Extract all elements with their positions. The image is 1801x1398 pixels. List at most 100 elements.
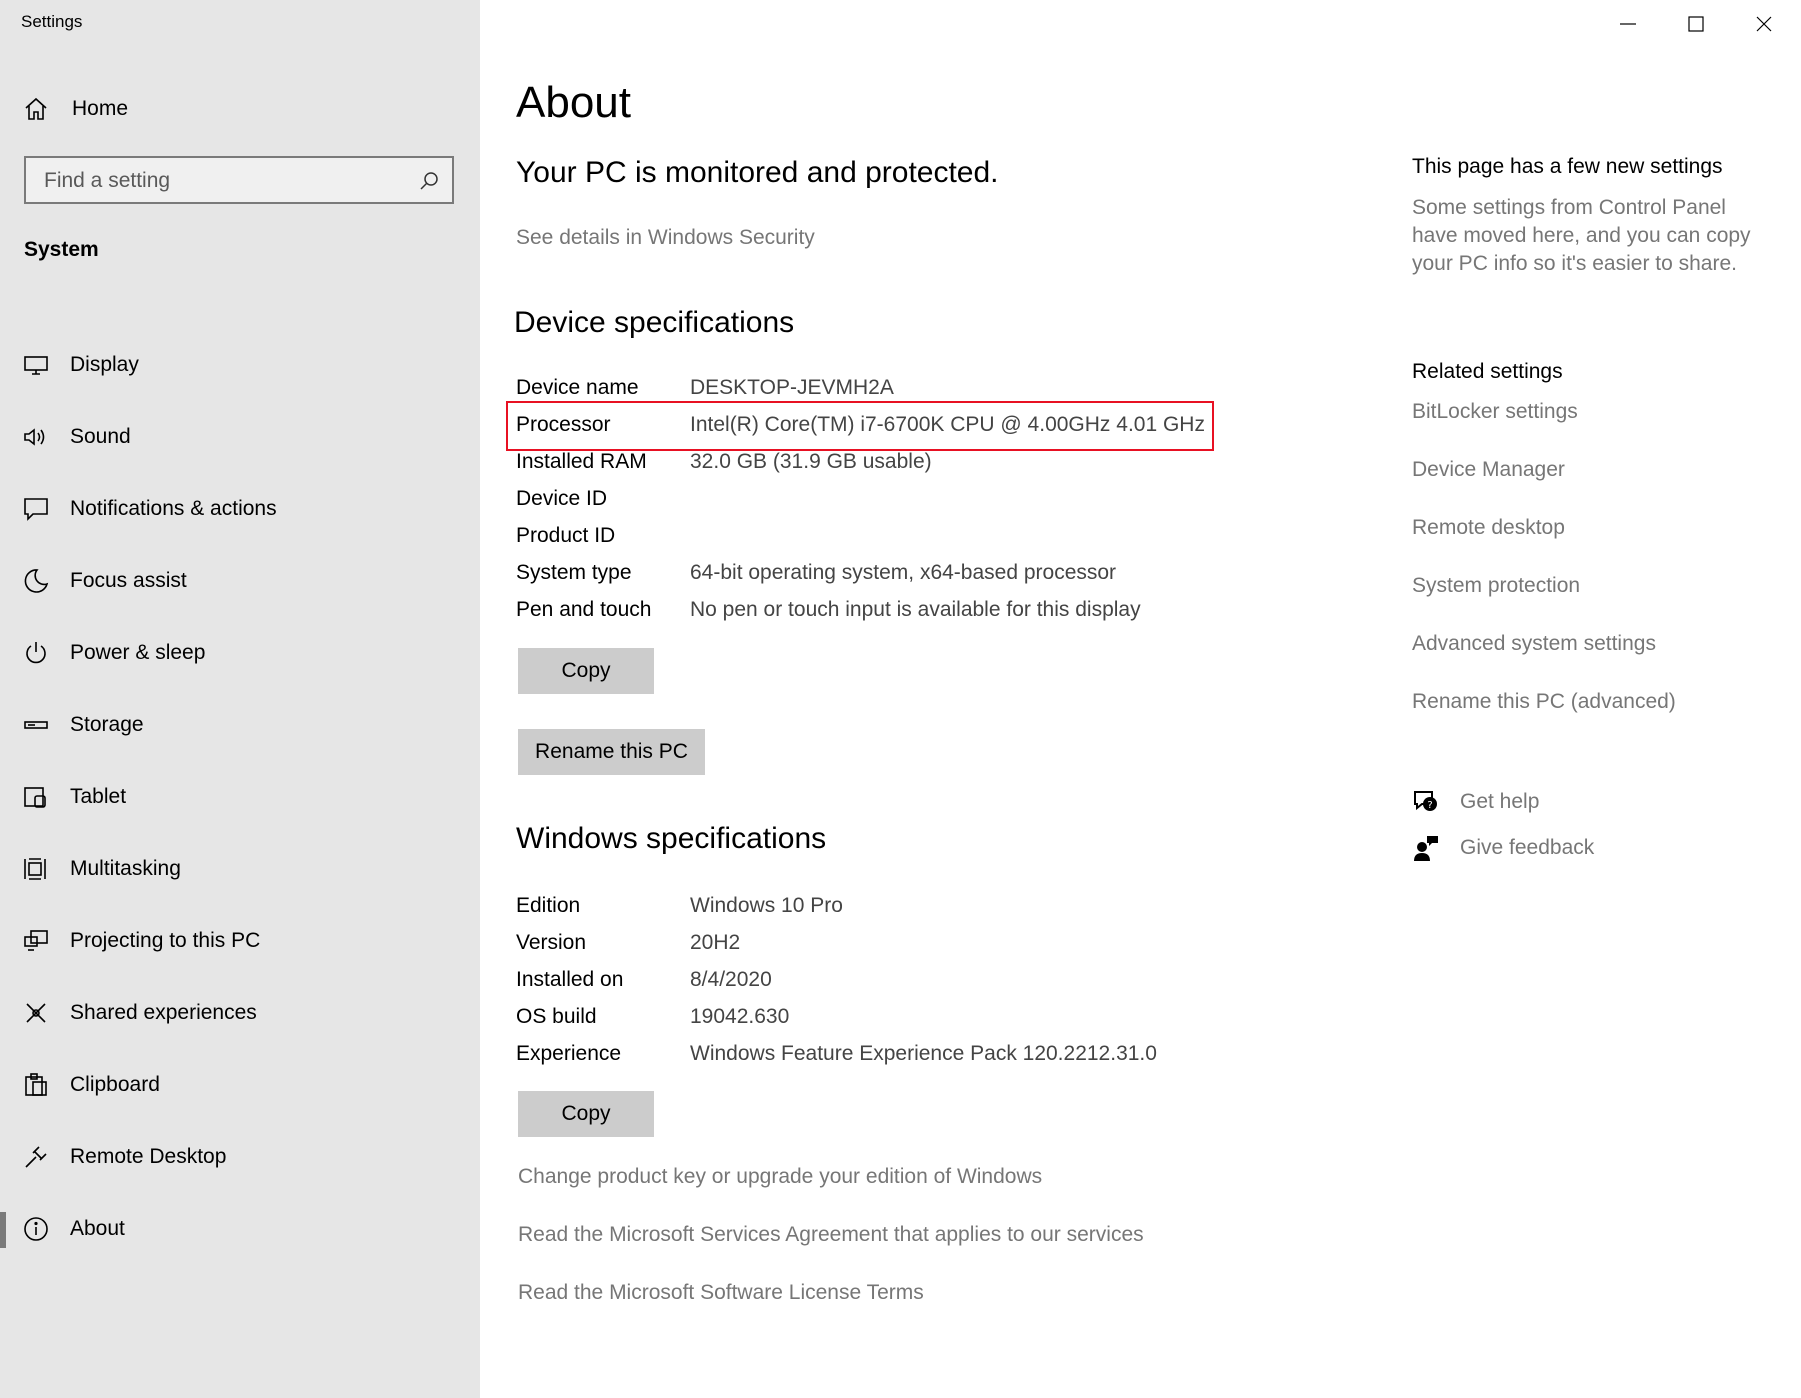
spec-value: DESKTOP-JEVMH2A: [690, 376, 894, 399]
rename-pc-advanced-link[interactable]: Rename this PC (advanced): [1412, 690, 1676, 714]
page-title: About: [516, 78, 631, 127]
give-feedback-label: Give feedback: [1460, 836, 1595, 859]
license-terms-link[interactable]: Read the Microsoft Software License Term…: [518, 1281, 924, 1305]
sidebar-item-label: Storage: [70, 713, 144, 736]
sidebar-item-notifications[interactable]: Notifications & actions: [0, 484, 480, 534]
spec-row-installed-ram: Installed RAM 32.0 GB (31.9 GB usable): [516, 444, 1216, 481]
spec-label: Pen and touch: [516, 598, 652, 621]
sidebar-item-label: Focus assist: [70, 569, 187, 592]
sidebar-item-display[interactable]: Display: [0, 340, 480, 390]
sidebar-item-sound[interactable]: Sound: [0, 412, 480, 462]
spec-label: Installed RAM: [516, 450, 647, 473]
device-specifications-heading: Device specifications: [514, 306, 795, 339]
maximize-icon: [1688, 16, 1704, 32]
windows-specifications-heading: Windows specifications: [516, 822, 827, 855]
remote-desktop-icon: [23, 1144, 49, 1170]
sidebar-item-label: Remote Desktop: [70, 1145, 227, 1168]
monitor-icon: [23, 352, 49, 378]
projecting-icon: [23, 928, 49, 954]
sidebar-item-focus-assist[interactable]: Focus assist: [0, 556, 480, 606]
copy-windows-specs-button[interactable]: Copy: [518, 1091, 654, 1137]
app-title: Settings: [21, 12, 83, 31]
clipboard-icon: [23, 1072, 49, 1098]
tablet-icon: [23, 784, 49, 810]
minimize-icon: [1620, 23, 1636, 25]
sidebar-item-label: Tablet: [70, 785, 127, 808]
spec-row-device-id: Device ID: [516, 481, 1216, 518]
sidebar-item-label: Notifications & actions: [70, 497, 277, 520]
sidebar-item-shared-experiences[interactable]: Shared experiences: [0, 988, 480, 1038]
sidebar-item-projecting[interactable]: Projecting to this PC: [0, 916, 480, 966]
spec-label: Edition: [516, 894, 581, 917]
search-box[interactable]: [24, 156, 454, 204]
services-agreement-link[interactable]: Read the Microsoft Services Agreement th…: [518, 1223, 1144, 1247]
spec-label: Version: [516, 931, 587, 954]
spec-value: 19042.630: [690, 1005, 790, 1028]
security-status-heading: Your PC is monitored and protected.: [516, 156, 999, 189]
spec-row-os-build: OS build 19042.630: [516, 999, 1216, 1036]
spec-row-pen-touch: Pen and touch No pen or touch input is a…: [516, 592, 1216, 629]
minimize-button[interactable]: [1594, 0, 1662, 48]
sidebar-item-power-sleep[interactable]: Power & sleep: [0, 628, 480, 678]
sidebar-item-label: Clipboard: [70, 1073, 160, 1096]
get-help-icon: ?: [1412, 788, 1440, 816]
sidebar: Settings Home System Display: [0, 0, 480, 1398]
feedback-icon: [1412, 834, 1440, 862]
sidebar-item-remote-desktop[interactable]: Remote Desktop: [0, 1132, 480, 1182]
bitlocker-settings-link[interactable]: BitLocker settings: [1412, 400, 1578, 424]
give-feedback-link[interactable]: Give feedback: [1412, 832, 1712, 866]
sidebar-item-label: Shared experiences: [70, 1001, 257, 1024]
home-nav-item[interactable]: Home: [0, 84, 480, 134]
spec-label: Installed on: [516, 968, 624, 991]
spec-label: System type: [516, 561, 632, 584]
spec-value: 8/4/2020: [690, 968, 772, 991]
spec-value: 20H2: [690, 931, 741, 954]
spec-row-edition: Edition Windows 10 Pro: [516, 888, 1216, 925]
spec-label: Product ID: [516, 524, 616, 547]
multitasking-icon: [23, 856, 49, 882]
speaker-icon: [23, 424, 49, 450]
sidebar-item-multitasking[interactable]: Multitasking: [0, 844, 480, 894]
spec-value: 32.0 GB (31.9 GB usable): [690, 450, 932, 473]
search-input[interactable]: [42, 166, 406, 196]
new-settings-description: Some settings from Control Panel have mo…: [1412, 196, 1751, 275]
rename-pc-button[interactable]: Rename this PC: [518, 729, 705, 775]
moon-icon: [23, 568, 49, 594]
close-button[interactable]: [1730, 0, 1798, 48]
remote-desktop-link[interactable]: Remote desktop: [1412, 516, 1565, 540]
sidebar-item-storage[interactable]: Storage: [0, 700, 480, 750]
search-icon[interactable]: [418, 170, 440, 192]
close-icon: [1756, 16, 1772, 32]
copy-device-specs-button[interactable]: Copy: [518, 648, 654, 694]
advanced-system-settings-link[interactable]: Advanced system settings: [1412, 632, 1656, 656]
storage-icon: [23, 712, 49, 738]
windows-security-link[interactable]: See details in Windows Security: [516, 226, 815, 250]
sidebar-item-label: About: [70, 1217, 125, 1240]
device-manager-link[interactable]: Device Manager: [1412, 458, 1565, 482]
related-settings-title: Related settings: [1412, 360, 1563, 383]
sidebar-item-clipboard[interactable]: Clipboard: [0, 1060, 480, 1110]
sidebar-item-label: Multitasking: [70, 857, 181, 880]
spec-label: Device ID: [516, 487, 608, 510]
sidebar-item-label: Projecting to this PC: [70, 929, 261, 952]
spec-label: Experience: [516, 1042, 622, 1065]
info-icon: [23, 1216, 49, 1242]
sidebar-item-tablet[interactable]: Tablet: [0, 772, 480, 822]
system-protection-link[interactable]: System protection: [1412, 574, 1580, 598]
spec-value: Windows Feature Experience Pack 120.2212…: [690, 1042, 1157, 1065]
spec-label: Device name: [516, 376, 639, 399]
svg-text:?: ?: [1427, 800, 1432, 811]
spec-value: Windows 10 Pro: [690, 894, 843, 917]
get-help-link[interactable]: ? Get help: [1412, 786, 1712, 820]
spec-row-system-type: System type 64-bit operating system, x64…: [516, 555, 1216, 592]
maximize-button[interactable]: [1662, 0, 1730, 48]
change-product-key-link[interactable]: Change product key or upgrade your editi…: [518, 1165, 1042, 1189]
spec-label: OS build: [516, 1005, 597, 1028]
sidebar-item-about[interactable]: About: [0, 1204, 480, 1254]
home-icon: [23, 96, 49, 122]
spec-row-product-id: Product ID: [516, 518, 1216, 555]
notification-icon: [23, 496, 49, 522]
spec-value: No pen or touch input is available for t…: [690, 598, 1141, 621]
spec-row-version: Version 20H2: [516, 925, 1216, 962]
spec-value: 64-bit operating system, x64-based proce…: [690, 561, 1117, 584]
